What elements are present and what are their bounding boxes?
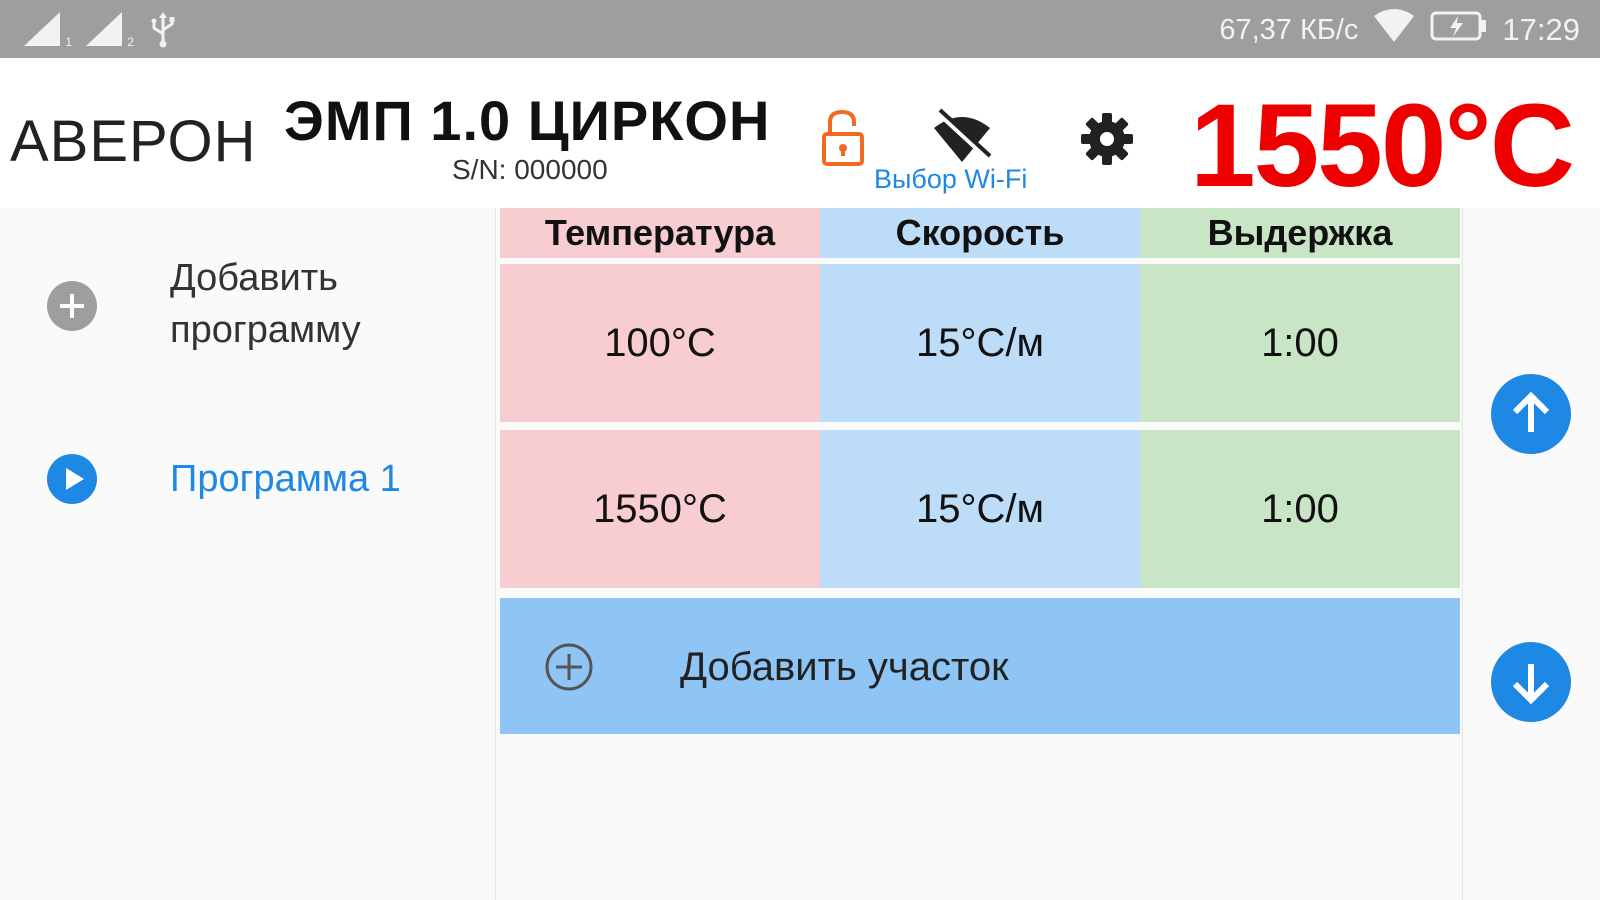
program-label: Программа 1 xyxy=(170,458,401,500)
status-bar-right: 67,37 КБ/с 17:29 xyxy=(1219,8,1580,52)
signal-icon: 2 xyxy=(86,12,134,48)
wifi-select-label: Выбор Wi-Fi xyxy=(874,164,1028,194)
usb-icon xyxy=(148,12,178,48)
reorder-panel xyxy=(1462,208,1600,900)
arrow-up-icon xyxy=(1512,391,1550,432)
sim-number-label: 2 xyxy=(127,35,134,49)
column-header-temperature: Температура xyxy=(500,208,820,258)
table-row[interactable]: 1550°С 15°С/м 1:00 xyxy=(500,430,1460,588)
table-row[interactable]: 100°С 15°С/м 1:00 xyxy=(500,264,1460,422)
column-header-speed: Скорость xyxy=(820,208,1140,258)
unlock-icon[interactable] xyxy=(818,108,868,168)
cell-temperature[interactable]: 1550°С xyxy=(500,430,820,588)
add-program-label: Добавить программу xyxy=(170,257,361,351)
cell-speed[interactable]: 15°С/м xyxy=(820,430,1140,588)
device-model: ЭМП 1.0 ЦИРКОН xyxy=(284,89,771,152)
table-header: Температура Скорость Выдержка xyxy=(500,208,1460,258)
battery-charging-icon xyxy=(1430,11,1488,49)
move-down-button[interactable] xyxy=(1491,642,1571,722)
wifi-icon xyxy=(1372,8,1416,52)
app-header: АВЕРОН ЭМП 1.0 ЦИРКОН S/N: 000000 Выбор … xyxy=(0,58,1600,212)
program-item[interactable]: Программа 1 xyxy=(0,423,496,543)
status-bar: 1 2 67,37 КБ/с 17:29 xyxy=(0,0,1600,58)
column-header-hold: Выдержка xyxy=(1140,208,1460,258)
signal-icon: 1 xyxy=(24,12,72,48)
serial-number: S/N: 000000 xyxy=(452,154,608,185)
network-speed: 67,37 КБ/с xyxy=(1219,13,1359,46)
gear-icon[interactable] xyxy=(1080,112,1134,166)
cell-hold[interactable]: 1:00 xyxy=(1140,264,1460,422)
add-section-label: Добавить участок xyxy=(680,645,1009,689)
add-circle-outline-icon xyxy=(544,642,594,692)
brand-name: АВЕРОН xyxy=(10,109,257,174)
wifi-select-button[interactable]: Выбор Wi-Fi xyxy=(868,102,1048,198)
sim-number-label: 1 xyxy=(65,35,72,49)
clock: 17:29 xyxy=(1502,12,1580,47)
status-bar-left: 1 2 xyxy=(24,12,178,48)
program-list: Добавить программу Программа 1 xyxy=(0,208,496,900)
move-up-button[interactable] xyxy=(1491,374,1571,454)
add-circle-icon xyxy=(46,280,98,332)
wifi-off-icon xyxy=(930,108,994,164)
current-temperature: 1550°С xyxy=(1190,80,1575,212)
cell-temperature[interactable]: 100°С xyxy=(500,264,820,422)
app-root: 1 2 67,37 КБ/с 17:29 АВЕРОН ЭМП 1.0 ЦИРК… xyxy=(0,0,1600,900)
add-section-button[interactable]: Добавить участок xyxy=(500,598,1460,734)
cell-hold[interactable]: 1:00 xyxy=(1140,430,1460,588)
cell-speed[interactable]: 15°С/м xyxy=(820,264,1140,422)
play-icon xyxy=(46,453,98,505)
arrow-down-icon xyxy=(1512,664,1550,705)
add-program-button[interactable]: Добавить программу xyxy=(0,238,496,358)
